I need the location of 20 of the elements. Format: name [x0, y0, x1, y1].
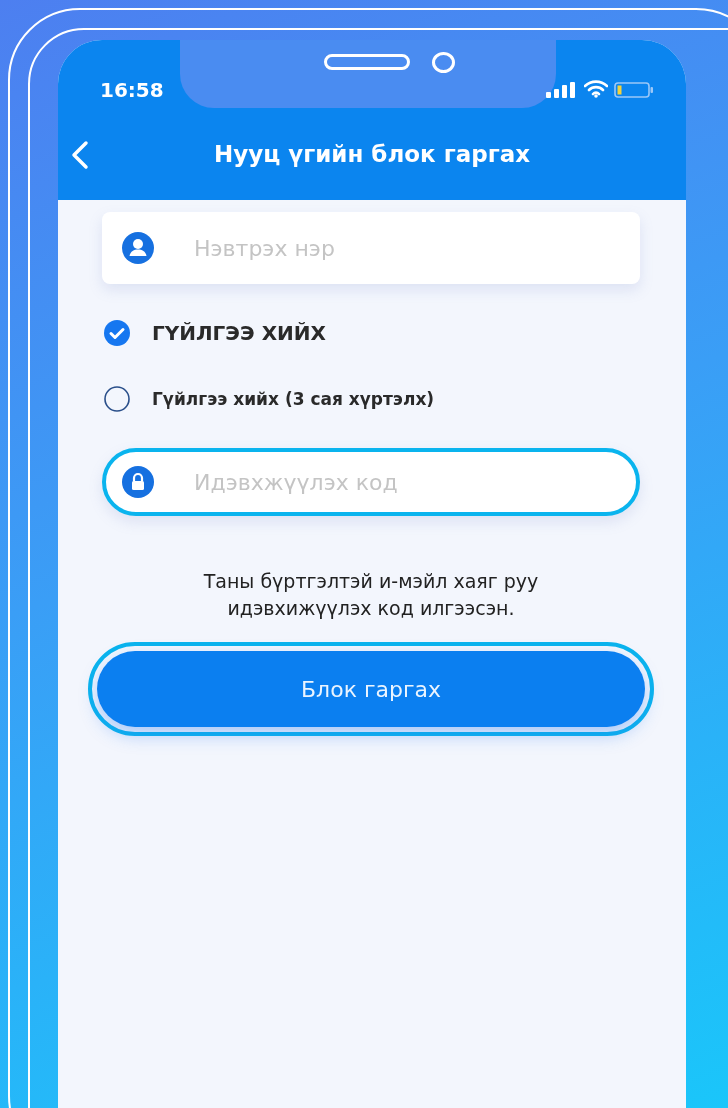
username-field[interactable]: Нэвтрэх нэр	[102, 212, 640, 284]
lock-icon	[122, 466, 154, 498]
checked-radio-icon[interactable]	[104, 320, 130, 346]
signal-icon	[546, 82, 576, 98]
block-button[interactable]: Блок гаргах	[97, 651, 645, 727]
option-label[interactable]: ГҮЙЛГЭЭ ХИЙХ	[152, 321, 326, 345]
back-icon[interactable]	[70, 140, 90, 170]
radio-icon[interactable]	[104, 386, 130, 412]
wifi-icon	[584, 80, 608, 98]
info-text: Таны бүртгэлтэй и-мэйл хаяг руу идэвхижүүлэх код илгээсэн.	[202, 569, 540, 621]
speaker-icon	[324, 54, 410, 70]
code-field[interactable]: Идэвхжүүлэх код	[102, 448, 640, 516]
code-input-field[interactable]: Идэвхжүүлэх код	[194, 452, 636, 512]
screen-title: Нууц үгийн блок гаргах	[213, 141, 531, 167]
option-label[interactable]: Гүйлгээ хийх (3 сая хүртэлх)	[152, 389, 435, 409]
status-time: 16:58	[100, 78, 164, 102]
username-input-field[interactable]: Нэвтрэх нэр	[194, 212, 640, 284]
user-icon	[122, 232, 154, 264]
battery-icon	[614, 82, 654, 98]
camera-icon	[432, 52, 455, 73]
